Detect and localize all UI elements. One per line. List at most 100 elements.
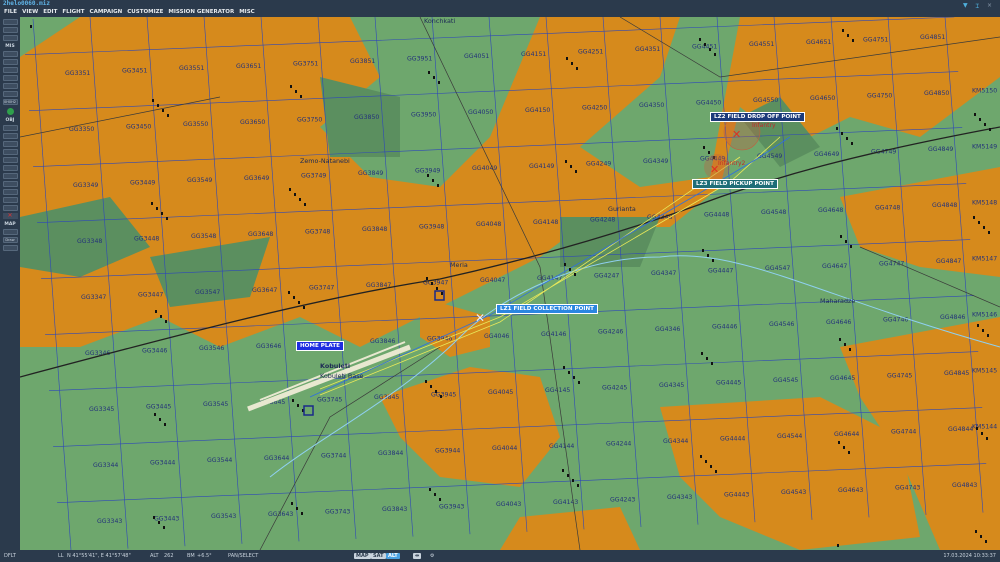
grid-label: GG3944 (435, 448, 460, 455)
building (441, 292, 443, 295)
building (571, 62, 573, 65)
settings-icon[interactable]: ⚙ (430, 553, 434, 559)
place-name: Gurianta (608, 205, 636, 213)
open-button[interactable] (2, 27, 18, 33)
resources-button[interactable] (2, 83, 18, 89)
ruler-button[interactable] (2, 205, 18, 211)
grid-label: GG3646 (256, 343, 281, 350)
building (165, 320, 167, 323)
map-view[interactable]: GG3351 GG3451 GG3551 GG3651 GG3751 GG3851 GG39… (20, 17, 1000, 550)
waypoint-label-lz2[interactable]: LZ2 FIELD DROP OFF POINT (710, 112, 805, 122)
grid-label: GG4044 (492, 445, 517, 452)
grid-label: GG3647 (252, 287, 277, 294)
check-button[interactable] (2, 91, 18, 97)
menu-misc[interactable]: MISC (239, 8, 255, 17)
mode-select[interactable]: DFLT (4, 553, 16, 559)
view-sat-button[interactable]: SAT (371, 553, 386, 559)
tool-mode: PAN/SELECT (228, 553, 259, 559)
grid-label: GG3744 (321, 452, 346, 459)
building (303, 306, 305, 309)
building (714, 53, 716, 56)
grid-label: GG4644 (834, 431, 859, 438)
goals-button[interactable] (2, 75, 18, 81)
building (293, 296, 295, 299)
grid-label: GG4345 (659, 382, 684, 389)
building (563, 366, 565, 369)
grid-label: GG4846 (940, 314, 965, 321)
grid-label: GG3943 (439, 504, 464, 511)
zone-quad-button[interactable] (2, 189, 18, 195)
mis-section-label: MIS (5, 44, 15, 49)
menu-campaign[interactable]: CAMPAIGN (90, 8, 123, 17)
building (304, 203, 306, 206)
waypoint-label-lz1[interactable]: LZ1 FIELD COLLECTION POINT (496, 304, 598, 314)
init-point-button[interactable] (2, 197, 18, 203)
building (152, 99, 154, 102)
save-button[interactable] (2, 19, 18, 25)
coalition-icon[interactable] (6, 108, 14, 115)
zone-circle-button[interactable] (2, 181, 18, 187)
grid-label: GG3650 (240, 119, 265, 126)
building (572, 479, 574, 482)
view-map-button[interactable]: MAP (354, 553, 371, 559)
vehicle-button[interactable] (2, 149, 18, 155)
building (426, 277, 428, 280)
static-button[interactable] (2, 157, 18, 163)
building (433, 76, 435, 79)
ship-button[interactable] (2, 141, 18, 147)
helicopter-button[interactable] (2, 133, 18, 139)
grid-label: GG4351 (635, 46, 660, 53)
waypoint-label-home-plate[interactable]: HOME PLATE (296, 341, 344, 351)
grid-label: GG4043 (496, 501, 521, 508)
grid-label: GG3348 (77, 238, 102, 245)
grid-label: GG4245 (602, 384, 627, 391)
grid-label: KM5146 (972, 312, 997, 319)
building (428, 71, 430, 74)
grid-label: GG4147 (537, 275, 562, 282)
grid-label: GG4343 (667, 494, 692, 501)
menu-edit[interactable]: EDIT (43, 8, 57, 17)
grid-label: GG4048 (476, 221, 501, 228)
draw-button[interactable]: Draw (2, 237, 18, 243)
map-canvas[interactable]: GG3351 GG3451 GG3551 GG3651 GG3751 GG3851 GG39… (20, 17, 1000, 550)
map-options-button[interactable] (2, 229, 18, 235)
menu-file[interactable]: FILE (4, 8, 17, 17)
building (702, 249, 704, 252)
view-alt-button[interactable]: ALT (386, 553, 400, 559)
building (299, 198, 301, 201)
place-name: Kobuleti (320, 362, 350, 370)
building (973, 216, 975, 219)
grid-label: GG3849 (358, 170, 383, 177)
menu-view[interactable]: VIEW (22, 8, 38, 17)
coords-value: N 41°55'41", E 41°57'48" (67, 553, 131, 559)
save-as-button[interactable] (2, 35, 18, 41)
briefing-button[interactable] (2, 51, 18, 57)
menu-flight[interactable]: FLIGHT (62, 8, 84, 17)
grid-label: GG3844 (378, 450, 403, 457)
building (297, 404, 299, 407)
building (156, 207, 158, 210)
weather-button[interactable] (2, 59, 18, 65)
delete-icon[interactable]: ✕ (2, 213, 18, 219)
ruler-toggle-icon[interactable]: ⇹ (413, 553, 422, 559)
building (980, 535, 982, 538)
building (989, 128, 991, 131)
grid-label: GG4247 (594, 272, 619, 279)
navpoint-button[interactable] (2, 173, 18, 179)
mission-text-button[interactable]: 0H0H2 (2, 99, 18, 105)
menu-mission-generator[interactable]: MISSION GENERATOR (168, 8, 234, 17)
grid-label: GG3751 (293, 60, 318, 67)
building (838, 441, 840, 444)
triggers-button[interactable] (2, 67, 18, 73)
grid-label: GG3546 (199, 345, 224, 352)
plane-button[interactable] (2, 125, 18, 131)
grid-label: GG4251 (578, 48, 603, 55)
menu-customize[interactable]: CUSTOMIZE (127, 8, 163, 17)
building (976, 427, 978, 430)
measure-button[interactable] (2, 245, 18, 251)
grid-label: GG4544 (777, 433, 802, 440)
template-button[interactable] (2, 165, 18, 171)
grid-label: KM5150 (972, 88, 997, 95)
building (564, 263, 566, 266)
waypoint-label-lz3[interactable]: LZ3 FIELD PICKUP POINT (692, 179, 778, 189)
